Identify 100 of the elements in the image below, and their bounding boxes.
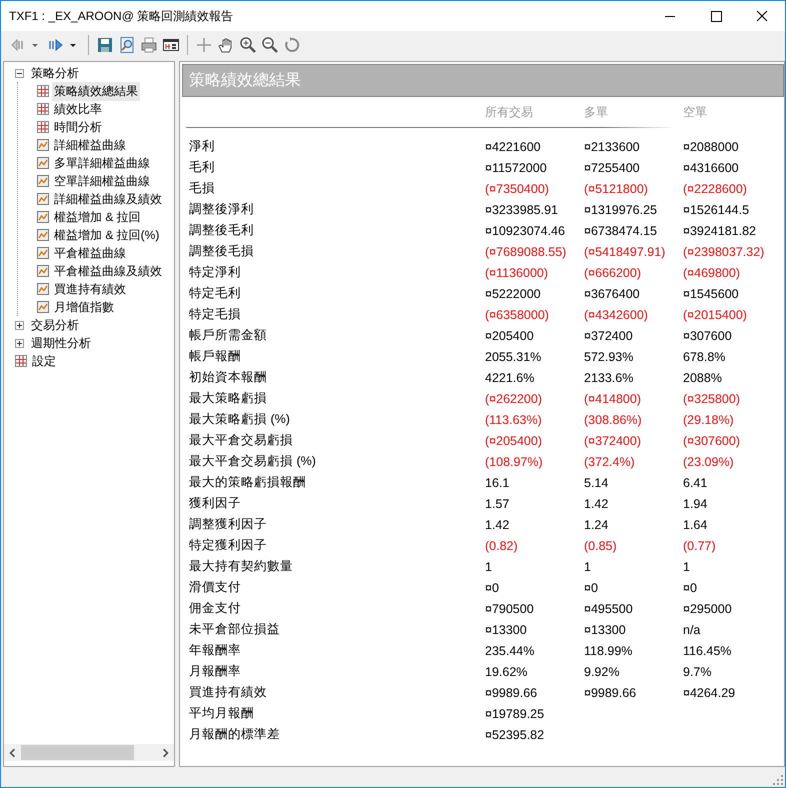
table-cell-text: (372.4%) [584,454,636,468]
table-cell-text: ¤2088000 [683,140,740,154]
forward-icon[interactable] [47,36,65,54]
line-chart-icon [37,157,49,169]
row-label: 調整後毛利 [189,222,255,239]
report-title: 策略績效總結果 [188,70,301,91]
tree-item[interactable]: 績效比率 [52,100,104,118]
tree-item[interactable]: 權益增加 & 拉回 [52,208,143,226]
line-chart-icon [37,139,49,151]
tree-item[interactable]: 權益增加 & 拉回(%) [52,226,162,244]
caret-icon[interactable] [69,41,77,49]
row-label: 特定淨利 [189,264,242,281]
tree-item[interactable]: 週期性分析 [29,334,93,352]
column-header: 多單 [584,104,609,120]
table-cell-text: (29.18%) [683,412,735,426]
horizontal-scrollbar[interactable] [4,744,174,761]
table-cell-text: ¤5222000 [485,286,542,300]
tree-item[interactable]: 策略績效總結果 [52,82,140,100]
expand-icon[interactable] [15,338,24,348]
table-cell-text: 1.94 [683,496,708,510]
row-label: 毛損 [189,180,216,197]
table-cell-text: (¤325800) [683,392,741,406]
table-cell-text: ¤307600 [683,328,733,342]
table-cell-text: ¤19789.25 [485,706,546,720]
tree-item[interactable]: 詳細權益曲線 [52,136,128,154]
tree-item[interactable]: 策略分析 [29,64,81,82]
table-cell-text: ¤9989.66 [584,686,638,700]
table-cell-text: ¤2133600 [584,140,641,154]
tree-item[interactable]: 時間分析 [52,118,104,136]
table-cell-text: ¤205400 [485,328,535,342]
line-chart-icon [37,247,49,259]
table-cell-text: (113.63%) [485,412,543,426]
row-label: 年報酬率 [189,642,242,659]
print-icon[interactable] [140,36,158,54]
line-chart-icon [37,229,49,241]
table-cell-text: 5.14 [584,476,610,490]
tree-item[interactable]: 買進持有績效 [52,280,128,298]
table-cell-text: ¤4221600 [485,140,542,154]
table-cell-text: (0.82) [485,538,519,552]
tree-item[interactable]: 多單詳細權益曲線 [52,154,152,172]
save-icon[interactable] [96,36,114,54]
tree-item[interactable]: 詳細權益曲線及績效 [52,190,164,208]
grid-icon [37,85,49,97]
line-chart-icon [37,301,49,313]
grid-icon [37,103,49,115]
print-preview-icon[interactable] [118,36,136,54]
row-label: 月報酬的標準差 [189,726,281,743]
row-label: 最大持有契約數量 [189,558,294,575]
table-cell-text: 19.62% [485,664,528,678]
line-chart-icon [37,193,49,205]
grid-icon [37,121,49,133]
scrollbar-thumb[interactable] [21,745,134,760]
row-label: 特定毛利 [189,285,242,302]
zoom-out-icon[interactable] [261,36,279,54]
table-cell-text: ¤11572000 [485,160,548,174]
collapse-icon[interactable] [15,68,24,78]
tree-item[interactable]: 設定 [30,352,58,370]
table-cell-text: 1 [683,560,691,574]
table-cell-text: ¤13300 [584,622,627,636]
table-cell-text: (¤2398037.32) [683,244,766,258]
reset-icon[interactable] [283,36,301,54]
table-cell-text: 16.1 [485,476,510,490]
row-label: 淨利 [189,138,216,155]
table-cell-text: (¤6358000) [485,308,550,322]
table-icon[interactable] [162,36,180,54]
tree-item[interactable]: 平倉權益曲線 [52,244,128,262]
window-title: TXF1 : _EX_AROON@ 策略回測績效報告 [8,8,234,24]
row-label: 調整後淨利 [189,201,255,218]
table-cell-text: 1.57 [485,496,510,510]
table-cell-text: ¤1526144.5 [683,202,750,216]
row-label: 最大策略虧損 (%) [189,411,291,428]
table-cell-text: (¤666200) [584,266,642,280]
tree-item[interactable]: 月增值指數 [52,298,116,316]
table-cell-text: (¤4342600) [584,308,649,322]
zoom-in-icon[interactable] [239,36,257,54]
table-cell-text: (¤262200) [485,392,543,406]
table-cell-text: n/a [683,622,702,636]
grid-icon [15,355,27,367]
tree-item[interactable]: 平倉權益曲線及績效 [52,262,164,280]
table-cell-text: (¤5418497.91) [584,244,666,258]
table-cell-text: (¤1136000) [485,266,550,280]
resize-grip-icon[interactable] [773,775,783,785]
table-cell-text: (0.85) [584,538,618,552]
table-cell-text: 1 [485,560,493,574]
tree-item[interactable]: 交易分析 [29,316,81,334]
table-cell-text: ¤495500 [584,602,634,616]
row-label: 最大的策略虧損報酬 [189,474,307,491]
table-cell-text: 1 [584,560,592,574]
table-cell-text: 6.41 [683,476,708,490]
table-cell-text: (¤7689088.55) [485,244,568,258]
expand-icon[interactable] [15,320,24,330]
table-cell-text: (¤469800) [683,266,741,280]
row-label: 最大平倉交易虧損 (%) [189,453,317,470]
tree-item[interactable]: 空單詳細權益曲線 [52,172,152,190]
table-cell-text: (308.86%) [584,412,643,426]
row-label: 最大平倉交易虧損 [189,432,294,449]
table-cell-text: ¤3233985.91 [485,202,559,216]
table-cell-text: 2088% [683,370,723,384]
row-label: 特定獲利因子 [189,537,268,554]
table-cell-text: ¤0 [485,580,500,594]
